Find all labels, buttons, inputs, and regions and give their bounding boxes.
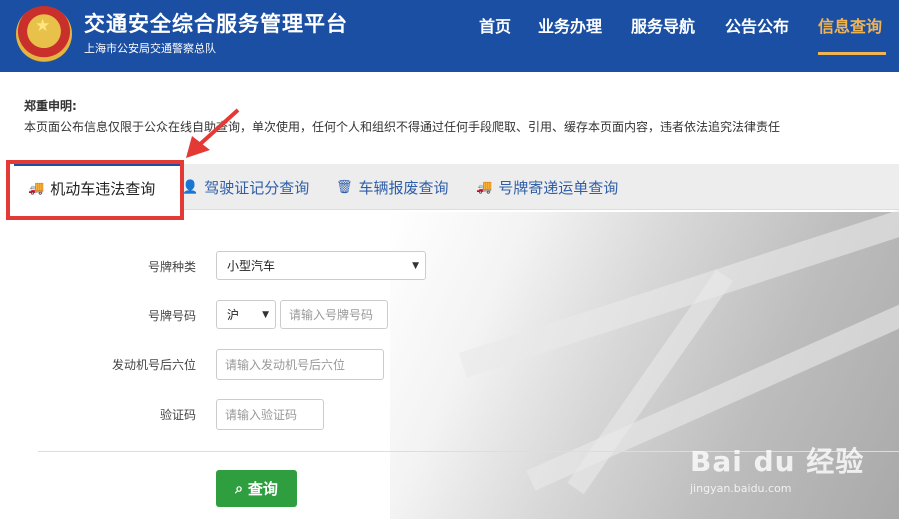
captcha-input[interactable]: 请输入验证码 (216, 399, 324, 430)
watermark-main: Bai du 经验 (690, 445, 865, 478)
plate-number-placeholder: 请输入号牌号码 (289, 308, 374, 322)
plate-type-label: 号牌种类 (147, 260, 196, 274)
engine-number-label: 发动机号后六位 (111, 358, 196, 372)
captcha-label: 验证码 (159, 408, 196, 422)
query-button-label: 查询 (247, 480, 278, 498)
baidu-watermark: Bai du 经验 jingyan.baidu.com (690, 440, 864, 495)
plate-prefix-select[interactable]: 沪 ▼ (216, 300, 276, 329)
watermark-sub: jingyan.baidu.com (690, 482, 792, 495)
chevron-down-icon: ▼ (412, 261, 419, 271)
engine-number-input[interactable]: 请输入发动机号后六位 (216, 349, 384, 380)
search-icon: ⌕ (235, 480, 243, 497)
engine-number-placeholder: 请输入发动机号后六位 (225, 358, 346, 372)
plate-number-label: 号牌号码 (147, 309, 196, 323)
plate-number-input[interactable]: 请输入号牌号码 (280, 300, 388, 329)
plate-type-value: 小型汽车 (227, 259, 276, 273)
plate-prefix-value: 沪 (227, 308, 240, 322)
captcha-placeholder: 请输入验证码 (225, 408, 298, 422)
query-button[interactable]: ⌕ 查询 (216, 470, 297, 507)
plate-type-select[interactable]: 小型汽车 ▼ (216, 251, 426, 280)
chevron-down-icon: ▼ (262, 310, 269, 320)
